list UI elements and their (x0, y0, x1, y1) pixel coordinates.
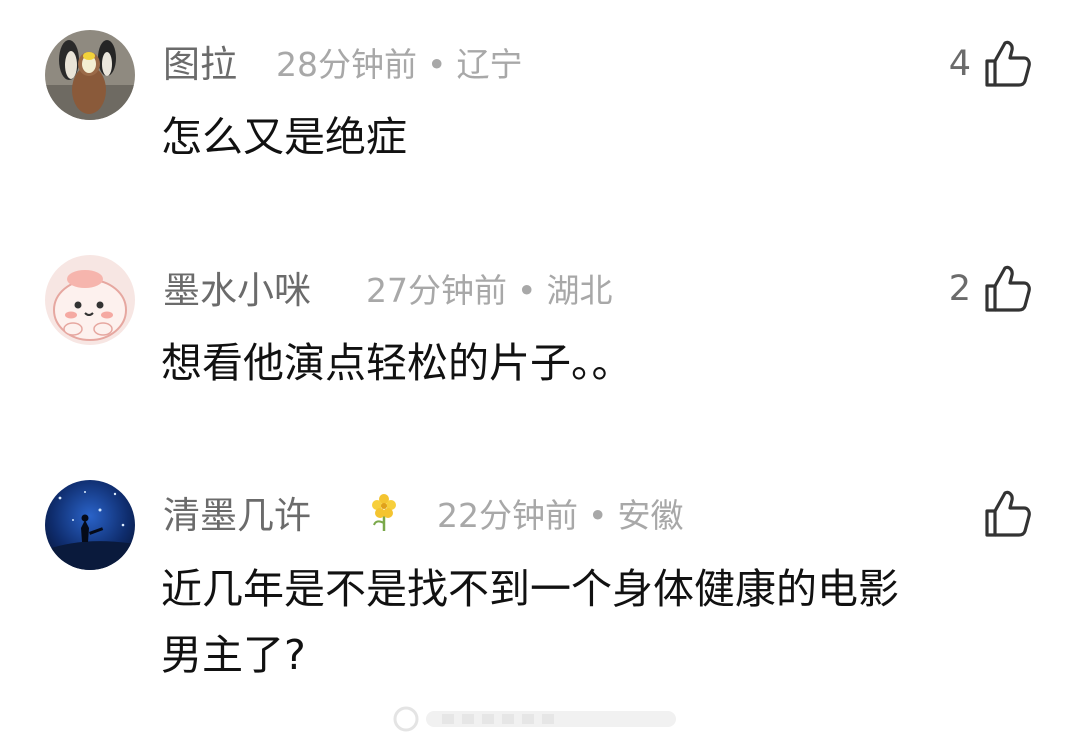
username[interactable]: 图拉 (163, 42, 237, 88)
pink-cartoon-avatar-icon (45, 255, 135, 345)
thumbs-up-icon (985, 40, 1031, 87)
username[interactable]: 清墨几许 (163, 493, 311, 539)
like-count: 4 (948, 44, 971, 84)
starry-night-avatar-icon (45, 480, 135, 570)
user-avatar[interactable] (45, 30, 135, 120)
thumbs-up-icon (985, 490, 1031, 537)
comment-location: 湖北 (546, 271, 613, 310)
comment-text: 怎么又是绝症 (161, 113, 407, 161)
penguin-photo-avatar-icon (45, 30, 135, 120)
comment-time: 22分钟前 (437, 496, 578, 535)
meta-separator: • (517, 271, 537, 310)
username[interactable]: 墨水小咪 (163, 268, 311, 314)
comment-meta: 28分钟前 • 辽宁 (276, 42, 522, 88)
comment-meta: 22分钟前 • 安徽 (437, 493, 683, 539)
comment-text: 近几年是不是找不到一个身体健康的电影 男主了? (161, 556, 1029, 688)
comment-text-line: 近几年是不是找不到一个身体健康的电影 (161, 565, 899, 613)
comment-text-line: 男主了? (161, 631, 306, 679)
yellow-flower-badge-icon (372, 494, 396, 531)
comment-text: 想看他演点轻松的片子。。 (161, 339, 633, 387)
like-button[interactable] (971, 489, 1031, 539)
comment-location: 安徽 (617, 496, 684, 535)
meta-separator: • (588, 496, 608, 535)
comment-time: 28分钟前 (276, 45, 417, 84)
user-avatar[interactable] (45, 255, 135, 345)
like-button[interactable]: 4 (949, 39, 1031, 89)
comment-meta: 27分钟前 • 湖北 (366, 268, 612, 314)
user-avatar[interactable] (45, 480, 135, 570)
comment-time: 27分钟前 (366, 271, 507, 310)
like-count: 2 (948, 269, 971, 309)
comment-location: 辽宁 (456, 45, 523, 84)
meta-separator: • (427, 45, 447, 84)
like-button[interactable]: 2 (949, 264, 1031, 314)
watermark-icon (393, 706, 676, 732)
thumbs-up-icon (985, 265, 1031, 312)
